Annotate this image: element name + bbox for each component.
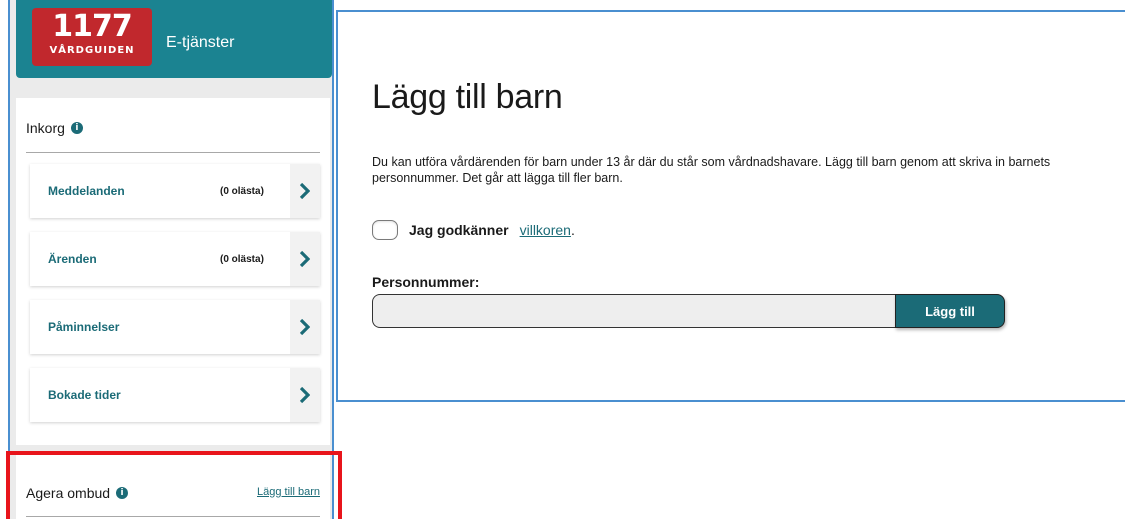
brand-header: 1177 VÅRDGUIDEN E-tjänster xyxy=(16,0,332,78)
nav-item-paminnelser[interactable]: Påminnelser xyxy=(30,300,320,354)
chevron-right-icon xyxy=(290,368,320,422)
service-title: E-tjänster xyxy=(166,34,235,51)
page-title: Lägg till barn xyxy=(372,78,563,116)
ombud-panel: Agera ombud i Lägg till barn xyxy=(16,453,330,519)
nav-item-label: Ärenden xyxy=(48,252,97,266)
nav-item-bokade-tider[interactable]: Bokade tider xyxy=(30,368,320,422)
add-child-link[interactable]: Lägg till barn xyxy=(257,486,320,498)
ombud-heading: Agera ombud i xyxy=(26,485,129,501)
unread-count: (0 olästa) xyxy=(220,185,264,197)
chevron-right-icon xyxy=(290,164,320,218)
divider xyxy=(26,152,320,153)
consent-row: Jag godkänner villkoren . xyxy=(372,220,575,240)
intro-text: Du kan utföra vårdärenden för barn under… xyxy=(372,155,1051,185)
logo-subtitle: VÅRDGUIDEN xyxy=(49,45,135,56)
inbox-heading-label: Inkorg xyxy=(26,120,65,136)
personnummer-label: Personnummer: xyxy=(372,274,480,290)
unread-count: (0 olästa) xyxy=(220,253,264,265)
logo-number: 1177 xyxy=(52,9,133,44)
add-child-button[interactable]: Lägg till xyxy=(895,294,1005,328)
info-icon[interactable]: i xyxy=(116,487,129,499)
consent-checkbox[interactable] xyxy=(372,220,398,240)
consent-label: Jag godkänner xyxy=(409,222,509,238)
nav-item-arenden[interactable]: Ärenden (0 olästa) xyxy=(30,232,320,286)
chevron-right-icon xyxy=(290,232,320,286)
ombud-heading-label: Agera ombud xyxy=(26,485,111,501)
terms-link[interactable]: villkoren xyxy=(520,222,571,238)
nav-item-label: Bokade tider xyxy=(48,388,121,402)
inbox-heading: Inkorg i xyxy=(26,120,83,136)
add-child-panel: Lägg till barn Du kan utföra vårdärenden… xyxy=(336,10,1125,402)
nav-item-meddelanden[interactable]: Meddelanden (0 olästa) xyxy=(30,164,320,218)
personnummer-input[interactable] xyxy=(372,294,898,328)
divider xyxy=(26,516,320,517)
info-icon[interactable]: i xyxy=(70,122,83,134)
inbox-panel: Inkorg i Meddelanden (0 olästa) Ärenden … xyxy=(16,98,330,445)
vardguiden-logo[interactable]: 1177 VÅRDGUIDEN xyxy=(32,8,152,66)
nav-item-label: Meddelanden xyxy=(48,184,125,198)
nav-item-label: Påminnelser xyxy=(48,320,120,334)
sidebar: 1177 VÅRDGUIDEN E-tjänster Inkorg i Medd… xyxy=(8,0,334,519)
consent-period: . xyxy=(570,222,575,238)
chevron-right-icon xyxy=(290,300,320,354)
